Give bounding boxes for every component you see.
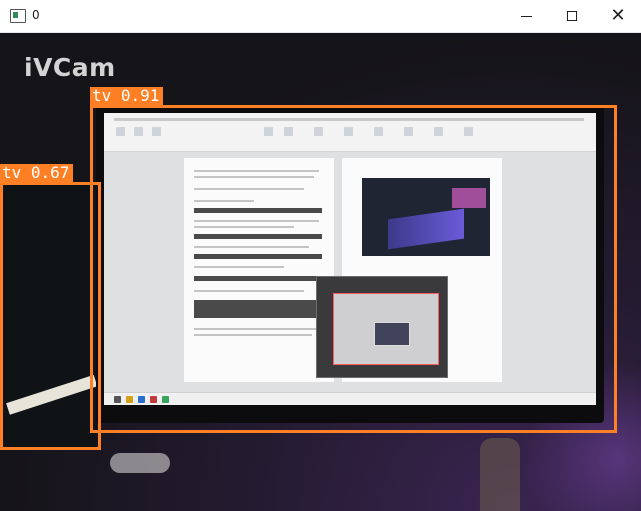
cable [110,453,170,473]
window-title: 0 [32,8,40,22]
minimize-icon [520,15,532,17]
detection-box-tv-2 [0,182,101,450]
detection-label-tv-1: tv 0.91 [90,87,164,105]
maximize-icon [567,11,577,21]
maximize-button[interactable] [549,0,595,32]
close-icon: ✕ [610,5,626,26]
camera-view: iVCam tv 0.91 tv 0.67 [0,33,641,511]
close-button[interactable]: ✕ [595,0,641,32]
detection-label-tv-2: tv 0.67 [0,164,74,182]
minimize-button[interactable] [503,0,549,32]
app-window: 0 ✕ iVCam tv 0.91 tv 0.67 [0,0,641,511]
monitor-stand [480,438,520,511]
app-icon [10,9,26,23]
detection-box-tv-1 [90,105,617,433]
title-bar[interactable]: 0 ✕ [0,0,641,33]
ivcam-watermark: iVCam [24,53,116,82]
